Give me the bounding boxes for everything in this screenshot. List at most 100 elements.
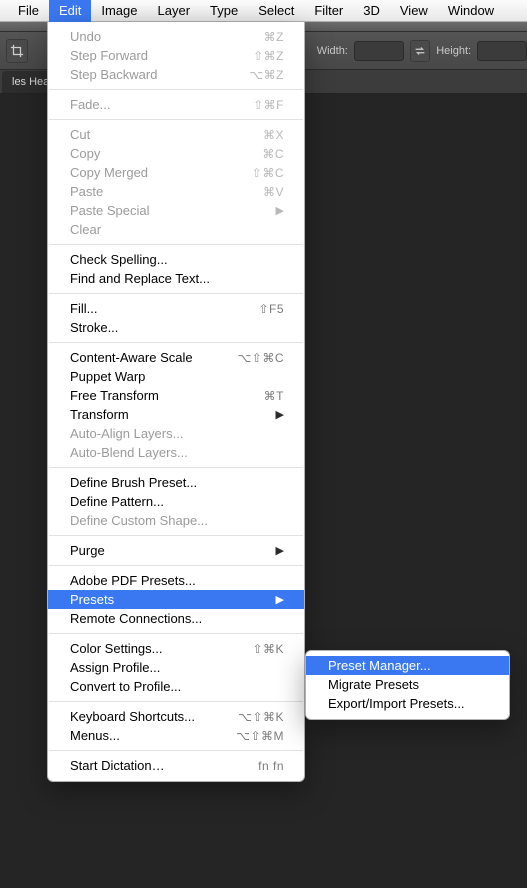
menu-separator [49, 342, 303, 343]
menu-filter[interactable]: Filter [304, 0, 353, 22]
menu-item-label: Assign Profile... [70, 660, 284, 675]
menu-item-label: Define Brush Preset... [70, 475, 284, 490]
menu-item-label: Check Spelling... [70, 252, 284, 267]
menu-separator [49, 293, 303, 294]
menu-item-label: Auto-Blend Layers... [70, 445, 284, 460]
menu-item-assign-profile[interactable]: Assign Profile... [48, 658, 304, 677]
menu-item-paste: Paste⌘V [48, 182, 304, 201]
menu-item-define-custom-shape: Define Custom Shape... [48, 511, 304, 530]
menu-item-undo: Undo⌘Z [48, 27, 304, 46]
menu-item-label: Migrate Presets [328, 677, 489, 692]
swap-dims-icon[interactable] [410, 40, 430, 62]
crop-tool-icon[interactable] [6, 39, 28, 63]
menu-shortcut: ⌥⇧⌘M [236, 729, 284, 743]
menu-item-label: Find and Replace Text... [70, 271, 284, 286]
menu-item-puppet-warp[interactable]: Puppet Warp [48, 367, 304, 386]
menu-item-copy: Copy⌘C [48, 144, 304, 163]
menu-item-start-dictation[interactable]: Start Dictation…fn fn [48, 756, 304, 775]
menu-shortcut: ⌥⇧⌘K [238, 710, 284, 724]
menu-item-label: Transform [70, 407, 268, 422]
menu-item-auto-blend-layers: Auto-Blend Layers... [48, 443, 304, 462]
menu-item-label: Clear [70, 222, 284, 237]
menu-item-transform[interactable]: Transform▶ [48, 405, 304, 424]
menu-item-free-transform[interactable]: Free Transform⌘T [48, 386, 304, 405]
submenu-item-export-import-presets[interactable]: Export/Import Presets... [306, 694, 509, 713]
menu-shortcut: ⇧⌘Z [253, 49, 284, 63]
menu-item-purge[interactable]: Purge▶ [48, 541, 304, 560]
menu-item-step-backward: Step Backward⌥⌘Z [48, 65, 304, 84]
menu-shortcut: ⌘Z [264, 30, 284, 44]
width-label: Width: [317, 45, 348, 57]
menu-item-adobe-pdf-presets[interactable]: Adobe PDF Presets... [48, 571, 304, 590]
menu-item-label: Cut [70, 127, 263, 142]
menu-item-auto-align-layers: Auto-Align Layers... [48, 424, 304, 443]
menu-item-fade: Fade...⇧⌘F [48, 95, 304, 114]
menu-item-label: Paste [70, 184, 263, 199]
menu-item-define-pattern[interactable]: Define Pattern... [48, 492, 304, 511]
edit-menu-panel: Undo⌘ZStep Forward⇧⌘ZStep Backward⌥⌘ZFad… [47, 22, 305, 782]
menu-item-label: Remote Connections... [70, 611, 284, 626]
menu-item-fill[interactable]: Fill...⇧F5 [48, 299, 304, 318]
menu-item-find-and-replace-text[interactable]: Find and Replace Text... [48, 269, 304, 288]
menu-item-label: Keyboard Shortcuts... [70, 709, 238, 724]
menu-item-presets[interactable]: Presets ▶ [48, 590, 304, 609]
menu-edit[interactable]: Edit [49, 0, 91, 22]
menu-item-label: Auto-Align Layers... [70, 426, 284, 441]
submenu-arrow-icon: ▶ [276, 593, 284, 606]
menu-shortcut: ⌘V [263, 185, 284, 199]
submenu-arrow-icon: ▶ [276, 544, 284, 557]
menu-shortcut: ⇧⌘F [253, 98, 284, 112]
menu-separator [49, 701, 303, 702]
menu-separator [49, 89, 303, 90]
menu-layer[interactable]: Layer [148, 0, 201, 22]
menu-item-define-brush-preset[interactable]: Define Brush Preset... [48, 473, 304, 492]
menu-item-cut: Cut⌘X [48, 125, 304, 144]
menu-item-label: Preset Manager... [328, 658, 489, 673]
menu-item-check-spelling[interactable]: Check Spelling... [48, 250, 304, 269]
menu-item-keyboard-shortcuts[interactable]: Keyboard Shortcuts...⌥⇧⌘K [48, 707, 304, 726]
menu-shortcut: ⌥⌘Z [249, 68, 284, 82]
menu-item-label: Undo [70, 29, 264, 44]
menu-separator [49, 119, 303, 120]
menu-item-paste-special: Paste Special ▶ [48, 201, 304, 220]
menu-item-label: Presets [70, 592, 268, 607]
menu-item-label: Free Transform [70, 388, 264, 403]
menu-file[interactable]: File [8, 0, 49, 22]
menu-item-remote-connections[interactable]: Remote Connections... [48, 609, 304, 628]
mac-menubar: File Edit Image Layer Type Select Filter… [0, 0, 527, 22]
menu-select[interactable]: Select [248, 0, 304, 22]
submenu-item-migrate-presets[interactable]: Migrate Presets [306, 675, 509, 694]
submenu-arrow-icon: ▶ [276, 204, 284, 217]
menu-view[interactable]: View [390, 0, 438, 22]
menu-item-menus[interactable]: Menus...⌥⇧⌘M [48, 726, 304, 745]
menu-shortcut: ⌘X [263, 128, 284, 142]
menu-item-step-forward: Step Forward⇧⌘Z [48, 46, 304, 65]
menu-image[interactable]: Image [91, 0, 147, 22]
submenu-item-preset-manager[interactable]: Preset Manager... [306, 656, 509, 675]
menu-item-stroke[interactable]: Stroke... [48, 318, 304, 337]
menu-item-copy-merged: Copy Merged⇧⌘C [48, 163, 304, 182]
crop-icon [10, 44, 24, 58]
menu-type[interactable]: Type [200, 0, 248, 22]
menu-item-convert-to-profile[interactable]: Convert to Profile... [48, 677, 304, 696]
menu-item-label: Step Backward [70, 67, 249, 82]
menu-item-label: Fill... [70, 301, 258, 316]
menu-shortcut: ⇧⌘K [252, 642, 284, 656]
width-input[interactable] [354, 41, 404, 61]
height-label: Height: [436, 45, 471, 57]
menu-item-label: Copy [70, 146, 262, 161]
menu-item-label: Step Forward [70, 48, 253, 63]
menu-separator [49, 244, 303, 245]
menu-window[interactable]: Window [438, 0, 504, 22]
height-input[interactable] [477, 41, 527, 61]
menu-shortcut: ⌥⇧⌘C [237, 351, 284, 365]
menu-item-label: Color Settings... [70, 641, 252, 656]
swap-icon [413, 44, 427, 58]
menu-item-label: Fade... [70, 97, 253, 112]
menu-item-label: Puppet Warp [70, 369, 284, 384]
menu-item-content-aware-scale[interactable]: Content-Aware Scale⌥⇧⌘C [48, 348, 304, 367]
menu-item-color-settings[interactable]: Color Settings...⇧⌘K [48, 639, 304, 658]
menu-shortcut: ⇧⌘C [252, 166, 284, 180]
menu-item-label: Paste Special [70, 203, 268, 218]
menu-3d[interactable]: 3D [353, 0, 390, 22]
